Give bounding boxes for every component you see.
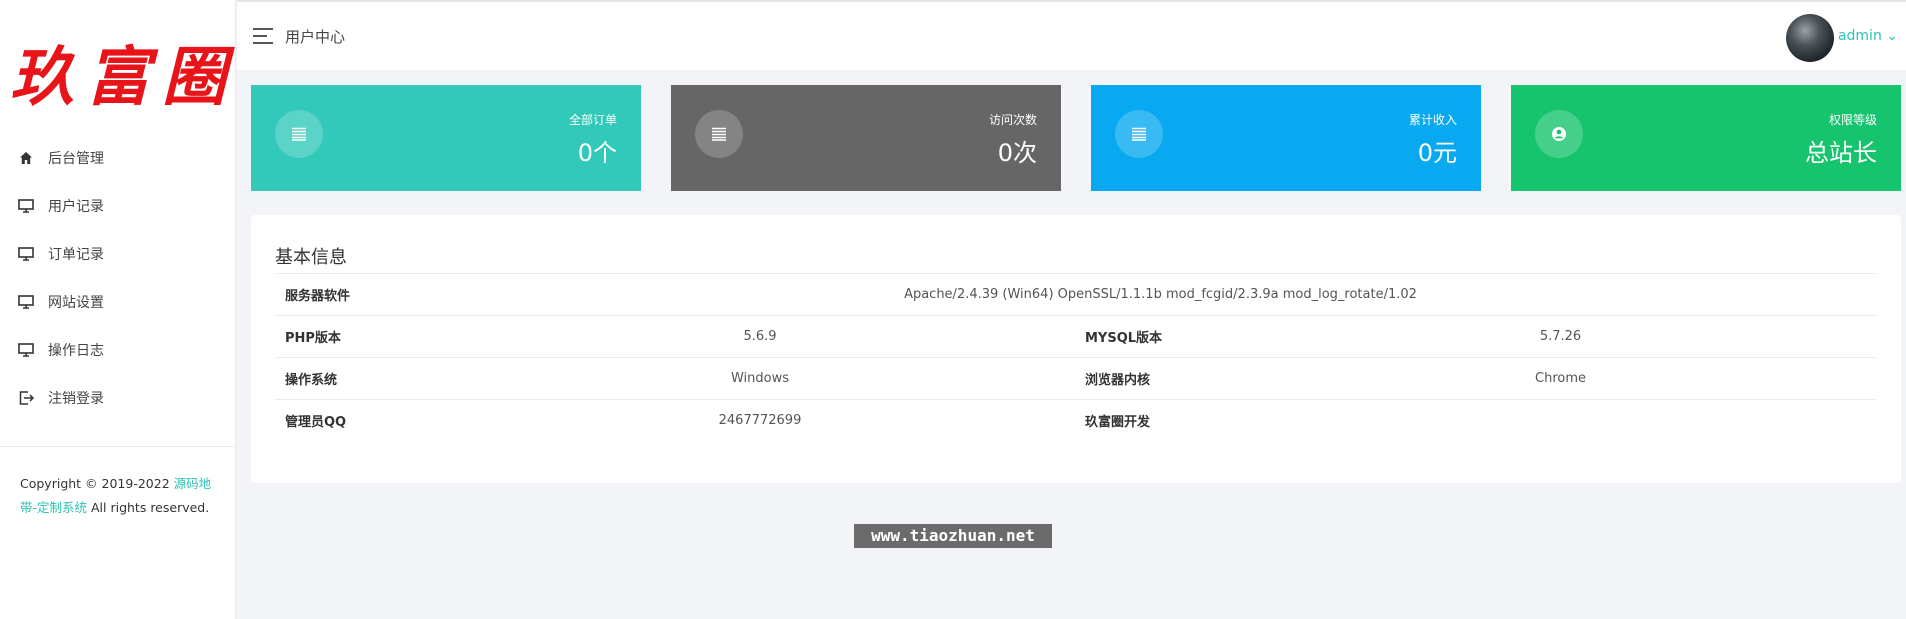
table-key: 玖富圈开发	[1075, 399, 1245, 442]
sidebar-item-logout[interactable]: 注销登录	[0, 374, 236, 422]
sidebar-item-label: 订单记录	[48, 247, 104, 263]
home-icon	[18, 150, 34, 166]
table-row: 操作系统 Windows 浏览器内核 Chrome	[275, 357, 1876, 400]
table-key: 服务器软件	[275, 273, 445, 316]
stat-label: 累计收入	[1408, 113, 1457, 127]
stat-label: 访问次数	[988, 113, 1037, 127]
sidebar-item-label: 注销登录	[48, 391, 104, 407]
table-key: MYSQL版本	[1075, 315, 1245, 358]
table-value: Chrome	[1245, 357, 1876, 400]
sidebar-item-user-records[interactable]: 用户记录	[0, 182, 236, 230]
sidebar-item-label: 后台管理	[48, 151, 104, 167]
copyright-prefix: Copyright © 2019-2022	[20, 476, 174, 491]
sidebar-item-operation-log[interactable]: 操作日志	[0, 326, 236, 374]
page-title: 用户中心	[285, 28, 346, 46]
stat-value: 0次	[997, 139, 1037, 167]
stat-card-orders: 全部订单 0个	[251, 85, 641, 191]
table-key: PHP版本	[275, 315, 445, 358]
panel-title: 基本信息	[275, 247, 347, 268]
table-key: 管理员QQ	[275, 399, 445, 442]
stat-value: 0个	[577, 139, 617, 167]
table-key: 浏览器内核	[1075, 357, 1245, 400]
user-circle-icon	[1535, 110, 1583, 158]
stat-value: 总站长	[1805, 139, 1877, 167]
stat-value: 0元	[1417, 139, 1457, 167]
user-menu-dropdown[interactable]: admin ⌄	[1838, 28, 1898, 44]
sidebar-item-label: 操作日志	[48, 343, 104, 359]
copyright-text: Copyright © 2019-2022 源码地带-定制系统 All righ…	[20, 472, 216, 520]
sidebar-item-site-settings[interactable]: 网站设置	[0, 278, 236, 326]
stat-label: 全部订单	[568, 113, 617, 127]
stat-card-visits: 访问次数 0次	[671, 85, 1061, 191]
avatar[interactable]	[1786, 14, 1834, 62]
monitor-icon	[18, 294, 34, 310]
table-value	[1245, 399, 1876, 442]
table-value: 5.7.26	[1245, 315, 1876, 358]
list-icon	[1115, 110, 1163, 158]
table-key: 操作系统	[275, 357, 445, 400]
table-row: PHP版本 5.6.9 MYSQL版本 5.7.26	[275, 315, 1876, 358]
table-value: Apache/2.4.39 (Win64) OpenSSL/1.1.1b mod…	[445, 273, 1876, 316]
table-value: 2467772699	[445, 399, 1075, 442]
watermark: www.tiaozhuan.net	[854, 524, 1052, 548]
table-row: 管理员QQ 2467772699 玖富圈开发	[275, 399, 1876, 442]
sidebar-item-label: 用户记录	[48, 199, 104, 215]
sidebar-item-dashboard[interactable]: 后台管理	[0, 134, 236, 182]
basic-info-panel: 基本信息 服务器软件 Apache/2.4.39 (Win64) OpenSSL…	[251, 215, 1901, 483]
sidebar-item-order-records[interactable]: 订单记录	[0, 230, 236, 278]
logout-icon	[18, 390, 34, 406]
sidebar-divider	[0, 446, 236, 447]
sidebar-item-label: 网站设置	[48, 295, 104, 311]
menu-toggle-icon[interactable]	[253, 28, 273, 44]
table-value: 5.6.9	[445, 315, 1075, 358]
stat-card-permission: 权限等级 总站长	[1511, 85, 1901, 191]
server-info-table: 服务器软件 Apache/2.4.39 (Win64) OpenSSL/1.1.…	[275, 273, 1876, 442]
site-logo[interactable]: 玖富圈	[10, 38, 226, 118]
top-bar: 用户中心 admin ⌄	[237, 0, 1906, 70]
monitor-icon	[18, 246, 34, 262]
copyright-suffix: All rights reserved.	[87, 500, 210, 515]
sidebar-menu: 后台管理 用户记录 订单记录 网站设置 操作日志 注销登录	[0, 134, 236, 422]
monitor-icon	[18, 342, 34, 358]
table-value: Windows	[445, 357, 1075, 400]
table-row: 服务器软件 Apache/2.4.39 (Win64) OpenSSL/1.1.…	[275, 273, 1876, 316]
monitor-icon	[18, 198, 34, 214]
stat-label: 权限等级	[1828, 113, 1877, 127]
stat-card-income: 累计收入 0元	[1091, 85, 1481, 191]
sidebar: 玖富圈 后台管理 用户记录 订单记录 网站设置 操作日志 注销登录 Copyri…	[0, 0, 236, 619]
list-icon	[695, 110, 743, 158]
list-icon	[275, 110, 323, 158]
